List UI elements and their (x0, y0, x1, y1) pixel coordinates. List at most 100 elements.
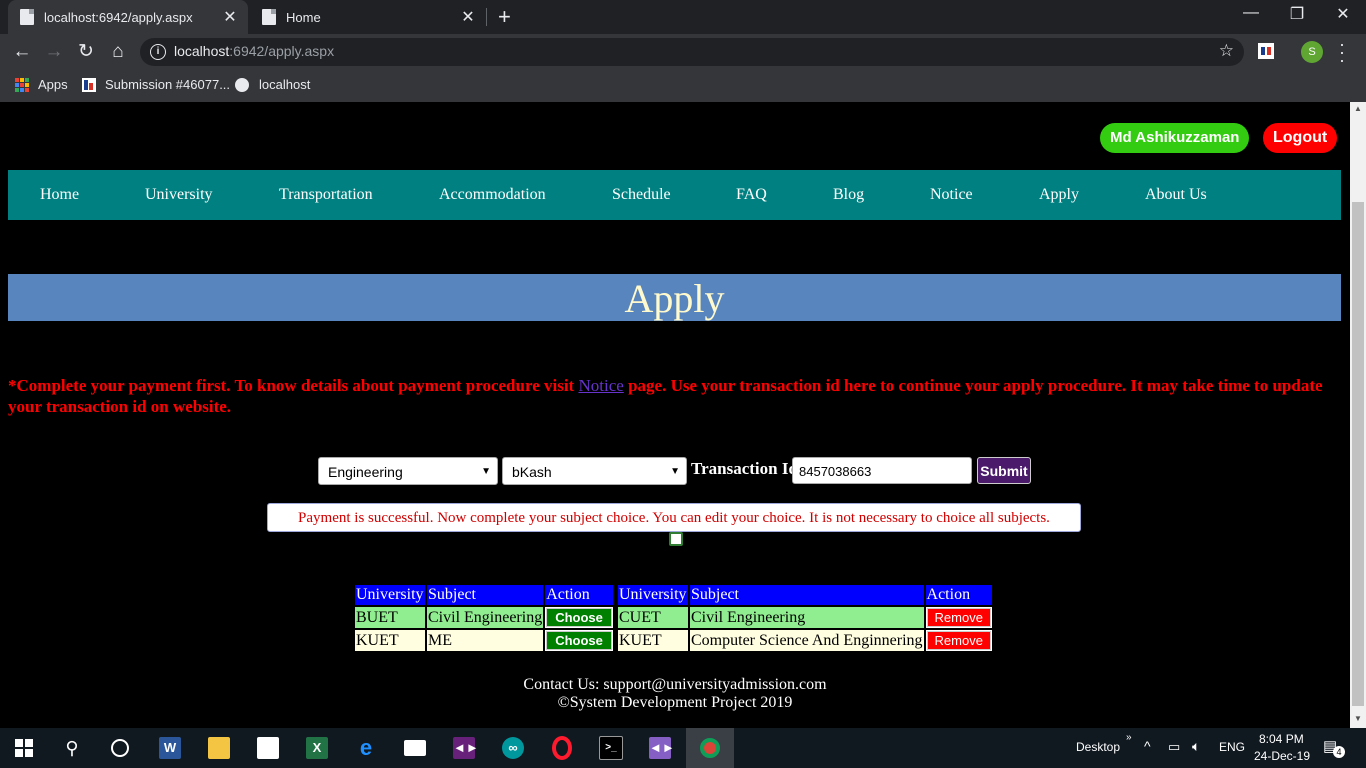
globe-icon (235, 77, 249, 92)
footer-copyright: ©System Development Project 2019 (557, 694, 793, 711)
payment-method-select[interactable]: bKash ▼ (502, 457, 687, 485)
nav-transportation[interactable]: Transportation (279, 170, 373, 220)
table-row: KUET ME Choose (355, 630, 613, 651)
taskbar-visual-studio[interactable]: ◄► (440, 728, 488, 768)
tab-divider (486, 8, 487, 26)
nav-apply[interactable]: Apply (1039, 170, 1079, 220)
bookmark-submission[interactable]: Submission #46077... (82, 77, 230, 92)
tab-title: localhost:6942/apply.aspx (44, 9, 193, 25)
taskbar-chrome[interactable] (686, 728, 734, 768)
remove-button[interactable]: Remove (926, 608, 991, 627)
user-profile-button[interactable]: Md Ashikuzzaman (1100, 123, 1250, 153)
logout-button[interactable]: Logout (1263, 123, 1338, 153)
choose-button[interactable]: Choose (546, 631, 612, 650)
transaction-id-input[interactable]: 8457038663 (792, 457, 972, 484)
table-row: CUET Civil Engineering Remove (618, 607, 992, 628)
column-header: Action (545, 585, 613, 605)
nav-notice[interactable]: Notice (930, 170, 973, 220)
dropdown-arrow-icon: ▼ (481, 466, 491, 477)
clock-time[interactable]: 8:04 PM (1259, 732, 1304, 746)
transaction-id-label: Transaction Id: (691, 459, 804, 478)
nav-about-us[interactable]: About Us (1145, 170, 1207, 220)
bookmark-star-icon[interactable]: ☆ (1219, 41, 1234, 61)
checkbox[interactable] (669, 532, 683, 546)
store-icon (257, 737, 279, 759)
close-icon[interactable]: ✕ (220, 7, 240, 27)
nav-accommodation[interactable]: Accommodation (439, 170, 546, 220)
scrollbar-thumb[interactable] (1352, 202, 1364, 706)
nav-blog[interactable]: Blog (833, 170, 864, 220)
taskbar-opera[interactable] (538, 728, 586, 768)
search-button[interactable]: ⚲ (48, 728, 96, 768)
success-message: Payment is successful. Now complete your… (267, 503, 1081, 532)
subject-cell: Computer Science And Enginnering (690, 630, 924, 651)
excel-icon: X (306, 737, 328, 759)
university-cell: KUET (355, 630, 425, 651)
close-icon[interactable]: ✕ (458, 7, 478, 27)
taskbar-terminal[interactable]: >_ (587, 728, 635, 768)
taskbar-arduino[interactable]: ∞ (489, 728, 537, 768)
bookmark-apps[interactable]: Apps (15, 77, 68, 92)
category-select[interactable]: Engineering ▼ (318, 457, 498, 485)
taskbar-file-explorer[interactable] (195, 728, 243, 768)
choose-button[interactable]: Choose (546, 608, 612, 627)
home-button[interactable]: ⌂ (106, 40, 130, 64)
tab-home[interactable]: Home ✕ (250, 0, 486, 34)
chrome-menu-icon[interactable]: · · · (1336, 35, 1348, 69)
page-icon (20, 9, 34, 25)
dropdown-arrow-icon: ▼ (670, 466, 680, 477)
submit-button[interactable]: Submit (977, 457, 1031, 484)
back-button[interactable]: ← (10, 40, 34, 64)
address-bar[interactable]: i localhost:6942/apply.aspx ☆ (140, 38, 1244, 66)
action-cell: Choose (545, 630, 613, 651)
browser-tab-strip: localhost:6942/apply.aspx ✕ Home ✕ + — ❐… (0, 0, 1366, 34)
search-icon: ⚲ (65, 737, 79, 758)
action-cell: Remove (925, 607, 992, 628)
taskbar-word[interactable]: W (146, 728, 194, 768)
scroll-down-arrow-icon[interactable]: ▼ (1354, 714, 1362, 723)
arduino-icon: ∞ (502, 737, 524, 759)
opera-icon (552, 736, 572, 760)
table-header-row: University Subject Action (355, 585, 613, 605)
battery-icon[interactable]: ▭ (1168, 739, 1180, 755)
reload-button[interactable]: ↻ (74, 40, 98, 64)
bookmark-localhost[interactable]: localhost (235, 77, 310, 92)
chevron-up-icon[interactable]: ^ (1144, 738, 1151, 754)
nav-home[interactable]: Home (40, 170, 79, 220)
taskbar-visual-studio-2[interactable]: ◄► (636, 728, 684, 768)
profile-avatar[interactable]: S (1301, 41, 1323, 63)
info-icon[interactable]: i (150, 44, 166, 60)
page-scrollbar[interactable]: ▲ ▼ (1350, 102, 1366, 728)
action-cell: Choose (545, 607, 613, 628)
nav-schedule[interactable]: Schedule (612, 170, 671, 220)
window-close-button[interactable]: ✕ (1320, 4, 1366, 24)
desktop-toolbar-label[interactable]: Desktop (1076, 740, 1120, 754)
new-tab-button[interactable]: + (498, 4, 511, 30)
cortana-icon (111, 739, 129, 757)
column-header: Subject (427, 585, 544, 605)
notice-link[interactable]: Notice (578, 376, 623, 395)
nav-faq[interactable]: FAQ (736, 170, 767, 220)
clock-date[interactable]: 24-Dec-19 (1254, 749, 1310, 763)
table-row: KUET Computer Science And Enginnering Re… (618, 630, 992, 651)
tab-apply[interactable]: localhost:6942/apply.aspx ✕ (8, 0, 248, 34)
scroll-up-arrow-icon[interactable]: ▲ (1354, 104, 1362, 113)
extension-icon[interactable] (1258, 43, 1274, 59)
payment-notice: *Complete your payment first. To know de… (8, 376, 1323, 416)
taskbar-mail[interactable] (391, 728, 439, 768)
taskbar-store[interactable] (244, 728, 292, 768)
minimize-button[interactable]: — (1228, 4, 1274, 22)
taskbar-edge[interactable]: e (342, 728, 390, 768)
volume-icon[interactable]: 🔈︎ (1192, 738, 1200, 755)
forward-button[interactable]: → (42, 40, 66, 64)
restore-button[interactable]: ❐ (1274, 4, 1320, 24)
page-viewport: Md Ashikuzzaman Logout Home University T… (0, 102, 1350, 728)
chevron-double-right-icon[interactable]: » (1126, 732, 1132, 743)
remove-button[interactable]: Remove (926, 631, 991, 650)
language-indicator[interactable]: ENG (1219, 740, 1245, 754)
taskbar-excel[interactable]: X (293, 728, 341, 768)
start-button[interactable] (0, 728, 48, 768)
task-view-button[interactable] (96, 728, 144, 768)
nav-university[interactable]: University (145, 170, 213, 220)
url-text[interactable]: localhost:6942/apply.aspx (174, 43, 334, 59)
